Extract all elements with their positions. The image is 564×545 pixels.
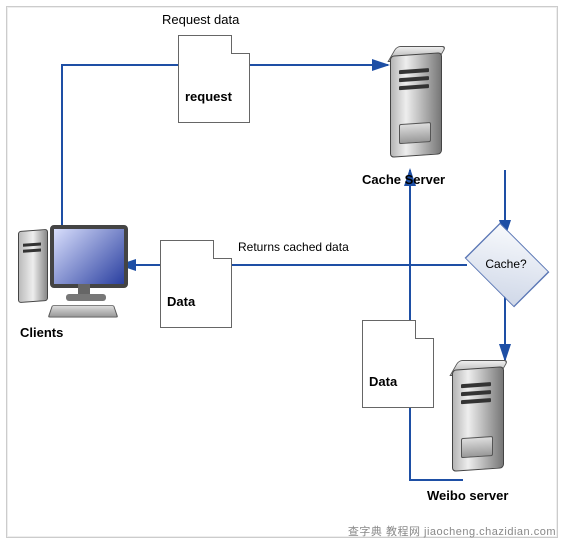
label-weibo-server: Weibo server (427, 488, 508, 503)
watermark-text: 查字典 教程网 jiaocheng.chazidian.com (348, 523, 556, 539)
doc-request: request (178, 35, 250, 123)
decision-label: Cache? (466, 236, 546, 292)
doc-data-cached-text: Data (167, 294, 195, 309)
doc-data-weibo-text: Data (369, 374, 397, 389)
weibo-server-icon (452, 360, 507, 475)
decision-cache: Cache? (466, 236, 546, 292)
doc-data-cached: Data (160, 240, 232, 328)
diagram-canvas: Request data request Cache Server Cache?… (0, 0, 564, 545)
doc-data-weibo: Data (362, 320, 434, 408)
cache-server-icon (390, 46, 445, 161)
label-request-data: Request data (162, 12, 239, 27)
clients-icon (18, 225, 128, 320)
label-clients: Clients (20, 325, 63, 340)
label-returns-cached: Returns cached data (238, 240, 349, 254)
label-cache-server: Cache Server (362, 172, 445, 187)
doc-request-text: request (185, 89, 232, 104)
